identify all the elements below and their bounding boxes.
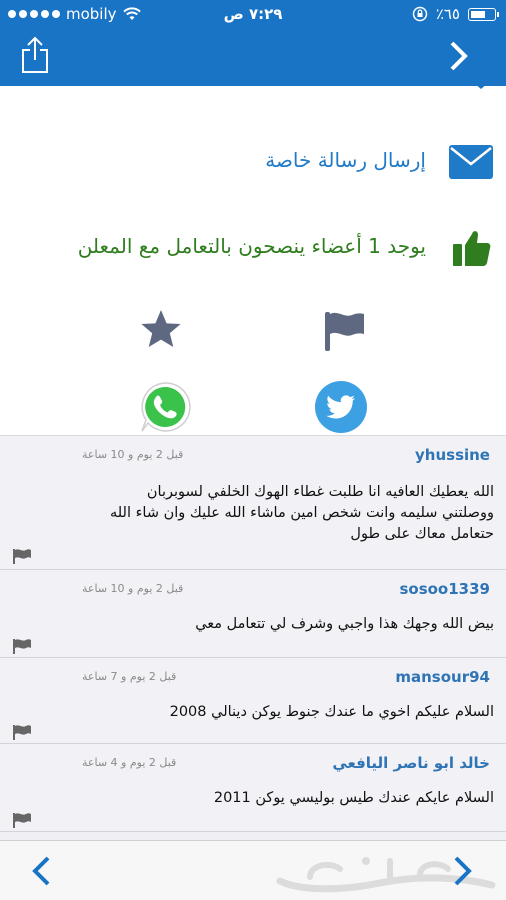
comment-author[interactable]: خالد ابو ناصر اليافعي (332, 754, 490, 772)
comment-line: ووصلتني سليمه وانت شخص امين ماشاء الله ع… (109, 505, 494, 521)
top-navigation-bar: mobily ٧:٢٩ ص ٪٦٥ (0, 0, 506, 86)
twitter-icon[interactable] (314, 380, 368, 434)
comment-text: السلام عايكم عندك طيس بوليسي يوكن 2011 (214, 788, 494, 809)
report-flag-icon[interactable] (12, 812, 32, 828)
comment-line: السلام عليكم اخوي ما عندك جنوط يوكن دينا… (169, 704, 494, 720)
comment-line: السلام عايكم عندك طيس بوليسي يوكن 2011 (213, 790, 494, 806)
comment-item: خالد ابو ناصر اليافعي قبل 2 يوم و 4 ساعة… (0, 744, 506, 832)
report-flag-icon[interactable] (12, 724, 32, 740)
comment-time: قبل 2 يوم و 4 ساعة (82, 756, 177, 769)
chevron-right-icon[interactable] (448, 40, 470, 72)
chevron-left-icon[interactable] (30, 855, 52, 887)
share-icon[interactable] (20, 36, 50, 74)
battery-info: ٪٦٥ (412, 5, 499, 23)
comment-time: قبل 2 يوم و 10 ساعة (82, 448, 184, 461)
send-private-message-row[interactable]: إرسال رسالة خاصة (0, 140, 506, 184)
comment-author[interactable]: mansour94 (395, 668, 490, 686)
whatsapp-icon[interactable] (138, 380, 192, 434)
report-flag-icon[interactable] (12, 638, 32, 654)
comment-item: sosoo1339 قبل 2 يوم و 10 ساعة بيض الله و… (0, 570, 506, 658)
comment-item: yhussine قبل 2 يوم و 10 ساعة الله يعطيك … (0, 436, 506, 570)
send-private-message-label[interactable]: إرسال رسالة خاصة (265, 148, 426, 172)
recommendation-label[interactable]: يوجد 1 أعضاء ينصحون بالتعامل مع المعلن (78, 234, 426, 258)
comment-line: حتعامل معاك على طول (350, 526, 494, 542)
comment-text: السلام عليكم اخوي ما عندك جنوط يوكن دينا… (170, 702, 494, 723)
battery-percent: ٪٦٥ (435, 5, 460, 23)
envelope-icon[interactable] (448, 144, 494, 180)
flag-icon[interactable] (322, 310, 366, 352)
thumbs-up-icon[interactable] (452, 228, 492, 268)
star-icon[interactable] (140, 308, 182, 350)
status-bar: mobily ٧:٢٩ ص ٪٦٥ (0, 0, 506, 30)
comment-author[interactable]: sosoo1339 (399, 580, 490, 598)
comment-time: قبل 2 يوم و 7 ساعة (82, 670, 177, 683)
comment-item: mansour94 قبل 2 يوم و 7 ساعة السلام عليك… (0, 658, 506, 744)
chevron-down-icon (473, 80, 489, 89)
bottom-toolbar (0, 840, 506, 900)
recommendation-row[interactable]: يوجد 1 أعضاء ينصحون بالتعامل مع المعلن (0, 226, 506, 272)
comment-text: بيض الله وجهك هذا واجبي وشرف لي تتعامل م… (195, 614, 494, 635)
comment-author[interactable]: yhussine (415, 446, 490, 464)
comment-line: الله يعطيك العافيه انا طلبت غطاء الهوك ا… (146, 484, 494, 500)
rotation-lock-icon (412, 6, 428, 22)
chevron-right-icon[interactable] (452, 855, 474, 887)
comment-time: قبل 2 يوم و 10 ساعة (82, 582, 184, 595)
battery-icon (468, 7, 499, 21)
report-flag-icon[interactable] (12, 548, 32, 564)
comment-line: بيض الله وجهك هذا واجبي وشرف لي تتعامل م… (195, 616, 494, 632)
comments-list[interactable]: yhussine قبل 2 يوم و 10 ساعة الله يعطيك … (0, 435, 506, 840)
comment-text: الله يعطيك العافيه انا طلبت غطاء الهوك ا… (110, 482, 494, 545)
